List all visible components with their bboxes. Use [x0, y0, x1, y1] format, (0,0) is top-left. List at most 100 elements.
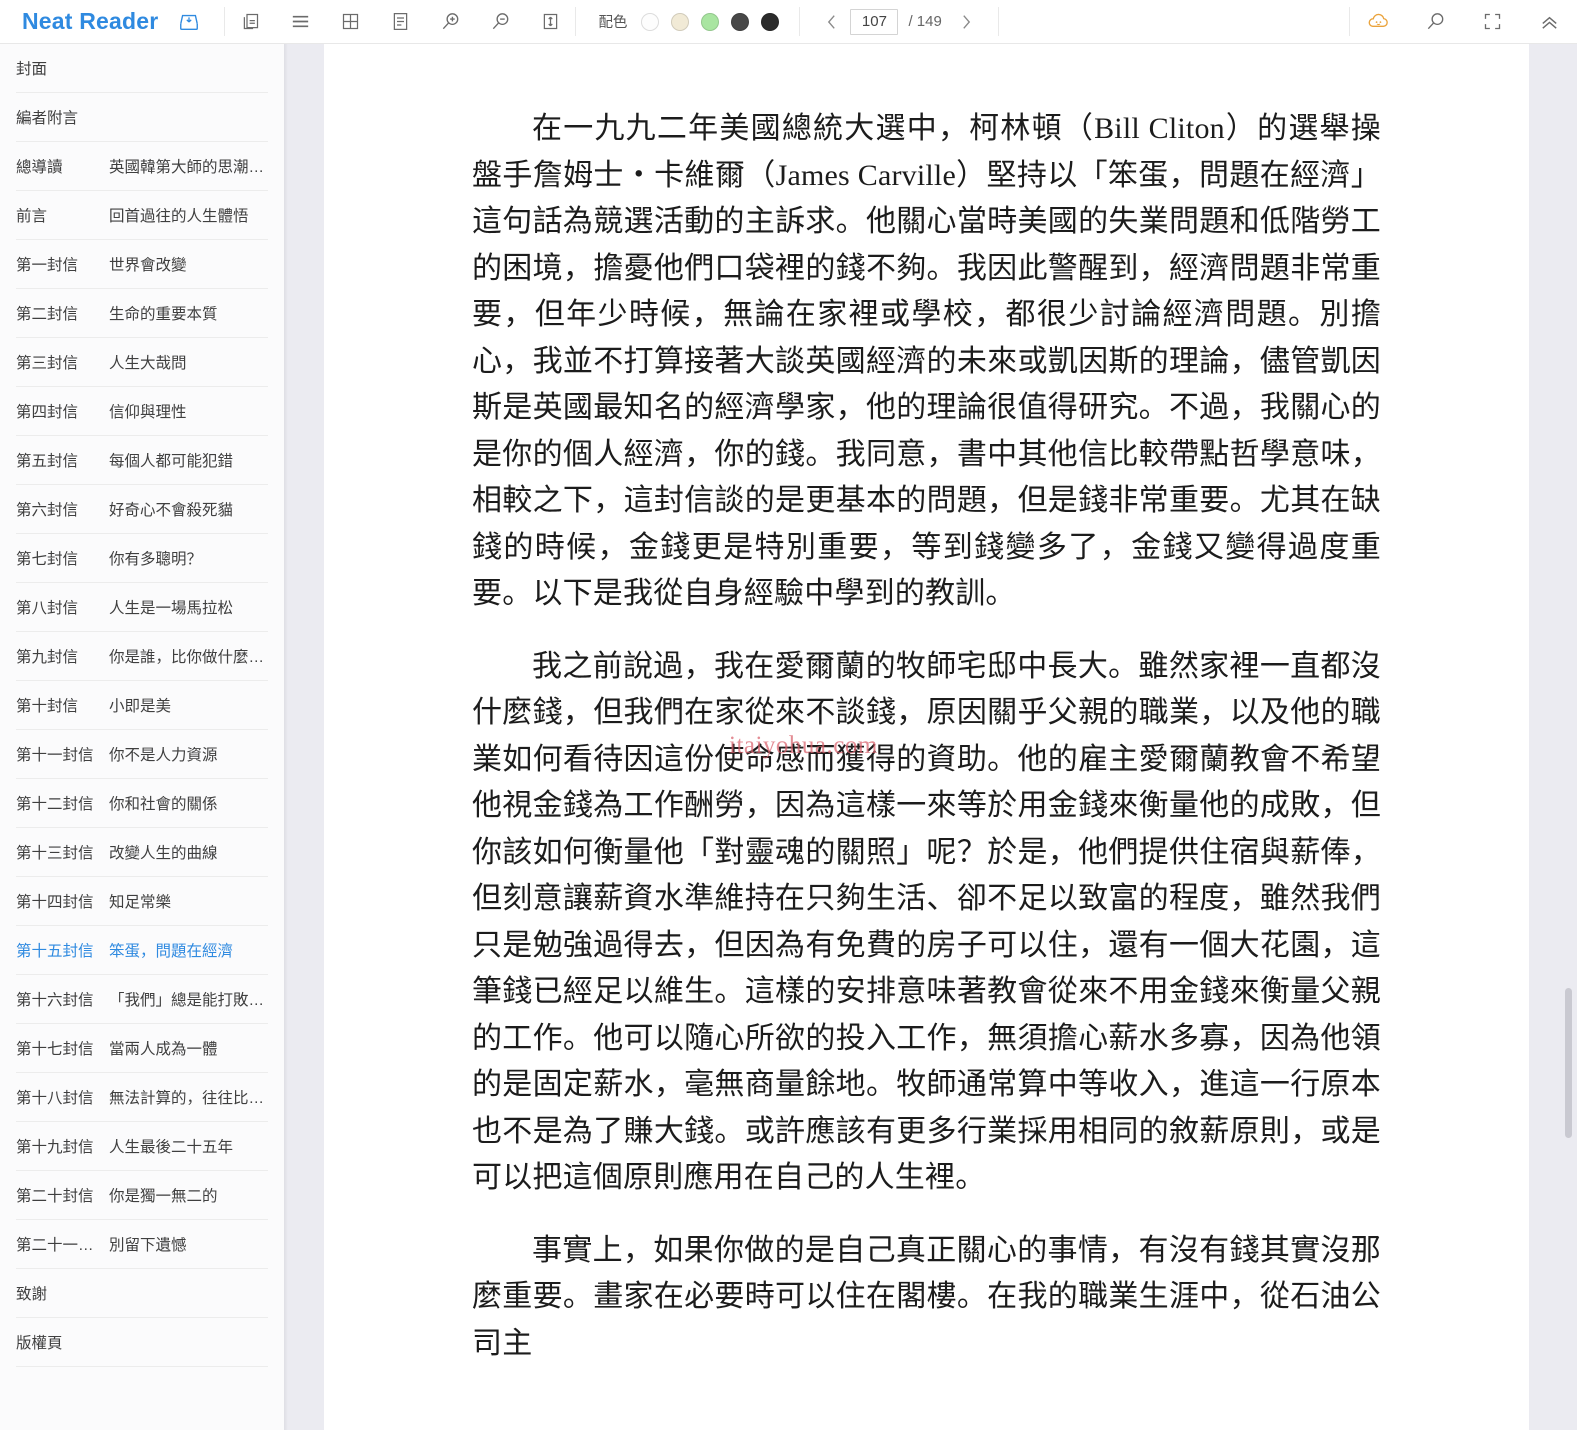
toc-item[interactable]: 第十三封信 改變人生的曲線 [16, 828, 268, 877]
page-navigation: / 149 [800, 0, 997, 43]
note-icon[interactable] [375, 0, 425, 44]
toc-item-number: 第二十封信 [16, 1188, 94, 1205]
toc-item[interactable]: 第二十一封信 別留下遺憾 [16, 1220, 268, 1269]
toc-item[interactable]: 總導讀 英國韓第大師的思潮縮… [16, 142, 268, 191]
toc-item[interactable]: 致謝 [16, 1269, 268, 1318]
toc-item[interactable]: 第二封信 生命的重要本質 [16, 289, 268, 338]
toc-item-title: 你是誰，比你做什麼更… [109, 649, 268, 666]
toc-item[interactable]: 第十九封信 人生最後二十五年 [16, 1122, 268, 1171]
toc-item-title: 知足常樂 [109, 894, 172, 911]
toc-item[interactable]: 第五封信 每個人都可能犯錯 [16, 436, 268, 485]
toc-item-number: 第四封信 [16, 404, 79, 421]
toc-item-number: 致謝 [16, 1286, 48, 1303]
copy-icon[interactable] [225, 0, 275, 44]
toolbar-right-tools [1350, 0, 1577, 43]
toc-item-title: 英國韓第大師的思潮縮… [109, 159, 268, 176]
toc-item-number: 第十四封信 [16, 894, 94, 911]
page-number-input[interactable] [850, 8, 899, 35]
toc-item-title: 人生最後二十五年 [109, 1139, 234, 1156]
toc-item-number: 第九封信 [16, 649, 79, 666]
toc-item-title: 好奇心不會殺死貓 [109, 502, 234, 519]
toc-item-title: 你是獨一無二的 [109, 1188, 218, 1205]
toc-item[interactable]: 第三封信 人生大哉問 [16, 338, 268, 387]
neat-reader-app: Neat Reader 配色 107 / 149 封面 編者附言 總導讀 英國韓… [0, 0, 1577, 1430]
theme-black-swatch[interactable] [761, 12, 780, 31]
toc-item-number: 前言 [16, 208, 48, 225]
zoom-in-icon[interactable] [425, 0, 475, 44]
toc-item[interactable]: 第十一封信 你不是人力資源 [16, 730, 268, 779]
toc-item[interactable]: 封面 [16, 44, 268, 93]
toc-item-number: 第十封信 [16, 698, 79, 715]
toc-item-number: 第十三封信 [16, 845, 94, 862]
grid-layout-icon[interactable] [325, 0, 375, 44]
toc-item[interactable]: 第十四封信 知足常樂 [16, 877, 268, 926]
toc-item-number: 第十一封信 [16, 747, 94, 764]
total-pages-label: / 149 [908, 13, 942, 30]
toc-item[interactable]: 第四封信 信仰與理性 [16, 387, 268, 436]
toc-item-title: 人生大哉問 [109, 355, 187, 372]
toc-item-number: 第三封信 [16, 355, 79, 372]
toc-item-title: 每個人都可能犯錯 [109, 453, 234, 470]
prev-page-button[interactable] [814, 0, 848, 44]
toc-item-number: 總導讀 [16, 159, 63, 176]
hamburger-menu-icon[interactable] [275, 0, 325, 44]
toc-item-number: 第一封信 [16, 257, 79, 274]
toc-item[interactable]: 版權頁 [16, 1318, 268, 1367]
toc-item-title: 信仰與理性 [109, 404, 187, 421]
save-to-shelf-icon[interactable] [172, 0, 206, 44]
toc-item-title: 世界會改變 [109, 257, 187, 274]
sidebar-gutter [284, 44, 324, 1430]
toc-item-number: 第二十一封信 [16, 1237, 109, 1254]
toc-item-title: 你和社會的關係 [109, 796, 218, 813]
theme-sepia-swatch[interactable] [671, 12, 690, 31]
toc-item-number: 第十八封信 [16, 1090, 94, 1107]
toc-item[interactable]: 第八封信 人生是一場馬拉松 [16, 583, 268, 632]
search-icon[interactable] [1407, 0, 1463, 44]
palette-label: 配色 [598, 15, 628, 31]
toc-sidebar[interactable]: 封面編者附言總導讀 英國韓第大師的思潮縮… 前言 回首過往的人生體悟第一封信 世界會改變… [0, 44, 284, 1430]
reader-page: 在一九九二年美國總統大選中，柯林頓（Bill Cliton）的選舉操盤手詹姆士・… [324, 44, 1529, 1430]
toc-item-title: 你有多聰明？ [109, 551, 203, 568]
collapse-toolbar-icon[interactable] [1521, 0, 1577, 44]
toc-item-title: 你不是人力資源 [109, 747, 218, 764]
toc-item[interactable]: 第二十封信 你是獨一無二的 [16, 1171, 268, 1220]
color-scheme-picker: 配色 [576, 0, 799, 43]
vertical-scrollbar-track[interactable] [1565, 44, 1575, 1430]
brand-area: Neat Reader [0, 0, 224, 43]
toc-item[interactable]: 第十五封信 笨蛋，問題在經濟 [16, 926, 268, 975]
toc-list: 封面編者附言總導讀 英國韓第大師的思潮縮… 前言 回首過往的人生體悟第一封信 世界會改變… [0, 44, 284, 1367]
toc-item[interactable]: 第十封信 小即是美 [16, 681, 268, 730]
toc-item-number: 第十六封信 [16, 992, 94, 1009]
toc-item-number: 編者附言 [16, 110, 79, 127]
toc-item[interactable]: 第九封信 你是誰，比你做什麼更… [16, 632, 268, 681]
toc-item[interactable]: 前言 回首過往的人生體悟 [16, 191, 268, 240]
theme-dark-gray-swatch[interactable] [731, 12, 750, 31]
toc-item-title: 別留下遺憾 [109, 1237, 187, 1254]
theme-green-swatch[interactable] [701, 12, 720, 31]
toc-item-title: 生命的重要本質 [109, 306, 218, 323]
toc-item[interactable]: 第一封信 世界會改變 [16, 240, 268, 289]
toc-item-number: 第五封信 [16, 453, 79, 470]
toc-item-number: 第六封信 [16, 502, 79, 519]
next-page-button[interactable] [950, 0, 984, 44]
toc-item[interactable]: 第十七封信 當兩人成為一體 [16, 1024, 268, 1073]
toc-item[interactable]: 第六封信 好奇心不會殺死貓 [16, 485, 268, 534]
fullscreen-icon[interactable] [1464, 0, 1520, 44]
page-content: 在一九九二年美國總統大選中，柯林頓（Bill Cliton）的選舉操盤手詹姆士・… [324, 44, 1529, 1367]
toc-item[interactable]: 第十六封信「我們」總是能打敗「我」 [16, 975, 268, 1024]
toc-item-title: 無法計算的，往往比可… [109, 1090, 268, 1107]
toc-item[interactable]: 第十八封信 無法計算的，往往比可… [16, 1073, 268, 1122]
toc-item[interactable]: 第七封信 你有多聰明？ [16, 534, 268, 583]
vertical-scrollbar-thumb[interactable] [1565, 988, 1572, 1138]
toc-item[interactable]: 編者附言 [16, 93, 268, 142]
content-paragraph: 事實上，如果你做的是自己真正關心的事情，有沒有錢其實沒那麼重要。畫家在必要時可以… [472, 1233, 1381, 1360]
zoom-out-icon[interactable] [475, 0, 525, 44]
cloud-sync-icon[interactable] [1350, 0, 1406, 44]
toc-item[interactable]: 第十二封信 你和社會的關係 [16, 779, 268, 828]
app-title: Neat Reader [22, 8, 159, 34]
theme-white-swatch[interactable] [641, 12, 660, 31]
line-spacing-icon[interactable] [525, 0, 575, 44]
toc-item-number: 第十九封信 [16, 1139, 94, 1156]
toc-item-number: 第八封信 [16, 600, 79, 617]
